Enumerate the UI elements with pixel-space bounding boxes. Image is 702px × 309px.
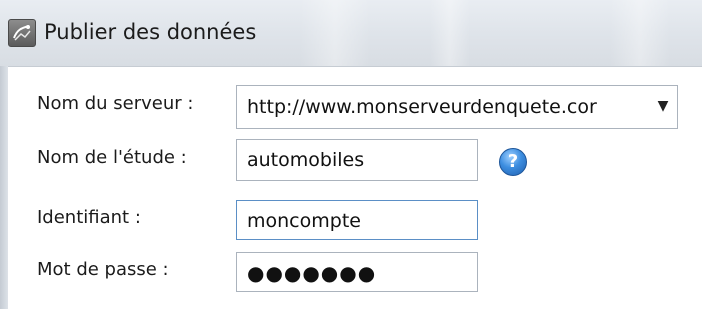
window-title: Publier des données [44, 20, 257, 44]
identifier-input[interactable]: moncompte [236, 200, 478, 240]
title-bar: Publier des données [0, 0, 702, 67]
publish-dialog: Publier des données Nom du serveur : htt… [0, 0, 702, 309]
server-value: http://www.monserveurdenquete.cor [247, 96, 597, 118]
window-frame-left [0, 66, 8, 309]
identifier-value: moncompte [247, 210, 361, 232]
study-name-value: automobiles [247, 149, 365, 171]
publish-app-icon [8, 19, 36, 47]
server-combobox[interactable]: http://www.monserveurdenquete.cor ▼ [236, 85, 678, 129]
password-input[interactable]: ●●●●●●● [236, 252, 478, 292]
password-value: ●●●●●●● [247, 261, 377, 285]
help-icon[interactable]: ? [499, 148, 527, 176]
chevron-down-icon[interactable]: ▼ [655, 86, 671, 128]
identifier-label: Identifiant : [37, 207, 141, 228]
help-glyph: ? [507, 151, 519, 172]
server-label: Nom du serveur : [37, 93, 194, 114]
study-name-input[interactable]: automobiles [236, 139, 478, 181]
password-label: Mot de passe : [37, 259, 169, 280]
study-label: Nom de l'étude : [37, 147, 187, 168]
